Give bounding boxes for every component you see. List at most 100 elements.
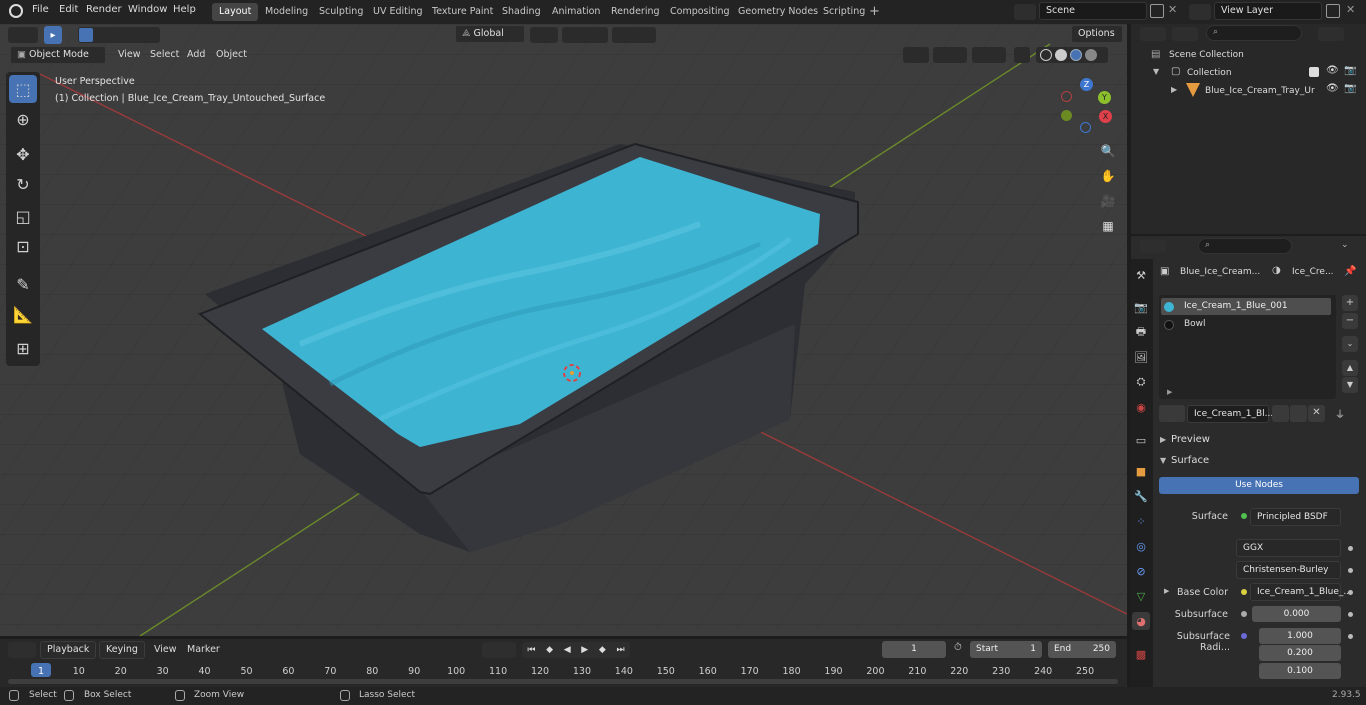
pivot-point-icon[interactable]	[530, 27, 558, 43]
tab-scripting[interactable]: Scripting	[816, 3, 872, 21]
use-nodes-button[interactable]: Use Nodes	[1159, 477, 1359, 494]
preview-expand-icon[interactable]: ▶	[1160, 435, 1166, 444]
base-color-keyframe-icon[interactable]	[1348, 590, 1353, 595]
scene-name-field[interactable]: Scene	[1039, 2, 1147, 20]
particles-tab-icon[interactable]: ⁘	[1132, 512, 1150, 530]
tab-animation[interactable]: Animation	[545, 3, 607, 21]
scene-tab-icon[interactable]: ⛭	[1132, 373, 1150, 391]
select-tool-icon[interactable]: ▸	[44, 26, 62, 44]
timeline-marker-menu[interactable]: Marker	[181, 641, 226, 659]
material-preview-icon[interactable]	[1070, 49, 1082, 61]
object-mode-dropdown[interactable]: ▣ Object Mode	[10, 46, 106, 64]
snap-icon[interactable]	[562, 27, 608, 43]
perspective-toggle-icon[interactable]: ▦	[1097, 215, 1119, 237]
viewport-menu-object[interactable]: Object	[210, 46, 253, 64]
overlay-toggle-icon[interactable]	[972, 47, 1006, 63]
visibility-icon[interactable]	[903, 47, 929, 63]
annotate-tool-icon[interactable]: ✎	[9, 270, 37, 298]
viewport-menu-add[interactable]: Add	[181, 46, 211, 64]
wireframe-shading-icon[interactable]	[1040, 49, 1052, 61]
navigation-gizmo[interactable]: Z Y X	[1058, 76, 1120, 134]
subsurface-radius-z[interactable]: 0.100	[1259, 663, 1341, 679]
gizmo-y-axis[interactable]: Y	[1098, 91, 1111, 104]
material-link-filter-icon[interactable]: ⏚	[1335, 406, 1345, 421]
pin-icon[interactable]: 📌	[1344, 266, 1356, 277]
view-layer-tab-icon[interactable]: 🖼	[1132, 348, 1150, 366]
options-dropdown[interactable]: Options	[1071, 25, 1123, 43]
collection-label[interactable]: Collection	[1187, 68, 1232, 78]
measure-tool-icon[interactable]: 📐	[9, 300, 37, 328]
tab-modeling[interactable]: Modeling	[258, 3, 315, 21]
blender-logo-icon[interactable]	[9, 4, 23, 18]
menu-file[interactable]: File	[32, 4, 49, 15]
view-layer-field[interactable]: View Layer	[1214, 2, 1322, 20]
subsurface-value[interactable]: 0.000	[1252, 606, 1341, 622]
collection-render-icon[interactable]: 📷	[1344, 65, 1356, 76]
tab-uv-editing[interactable]: UV Editing	[366, 3, 430, 21]
viewport-menu-select[interactable]: Select	[144, 46, 185, 64]
tool-tab-icon[interactable]: ⚒	[1132, 266, 1150, 284]
view-layer-selector-icon[interactable]	[1189, 4, 1211, 20]
browse-material-icon[interactable]	[1159, 405, 1185, 422]
camera-view-icon[interactable]: 🎥	[1097, 190, 1119, 212]
new-selection-icon[interactable]	[79, 28, 93, 42]
distribution-keyframe-icon[interactable]	[1348, 546, 1353, 551]
rotate-tool-icon[interactable]: ↻	[9, 170, 37, 198]
preview-range-icon[interactable]: ⏱	[954, 642, 962, 653]
delete-view-layer-icon[interactable]: ✕	[1346, 3, 1355, 16]
timeline-scrollbar[interactable]	[8, 679, 1118, 684]
end-frame-field[interactable]: End 250	[1048, 641, 1116, 658]
subsurface-radius-keyframe-icon[interactable]	[1348, 634, 1353, 639]
new-scene-icon[interactable]	[1150, 4, 1164, 18]
base-color-field[interactable]: Ice_Cream_1_Blue_...	[1250, 583, 1352, 601]
tab-layout[interactable]: Layout	[212, 3, 259, 21]
object-tab-icon[interactable]: ■	[1132, 462, 1150, 480]
gizmo-neg-y[interactable]	[1061, 110, 1072, 121]
preview-panel-header[interactable]: Preview	[1171, 434, 1210, 445]
timeline-editor-icon[interactable]	[8, 642, 36, 658]
proportional-editing-icon[interactable]	[612, 27, 656, 43]
fake-user-icon[interactable]	[1272, 405, 1289, 422]
subsurface-radius-x[interactable]: 1.000	[1259, 628, 1341, 644]
current-frame-field[interactable]: 1	[882, 641, 946, 658]
solid-shading-icon[interactable]	[1055, 49, 1067, 61]
collection-checkbox[interactable]	[1309, 67, 1319, 77]
shading-mode-group[interactable]	[1036, 47, 1108, 63]
menu-render[interactable]: Render	[86, 4, 122, 15]
outliner-search-input[interactable]: ⌕	[1206, 25, 1302, 41]
surface-shader-field[interactable]: Principled BSDF	[1250, 508, 1341, 526]
menu-window[interactable]: Window	[128, 4, 167, 15]
outliner-editor-icon[interactable]	[1140, 27, 1166, 41]
tab-geometry-nodes[interactable]: Geometry Nodes	[731, 3, 825, 21]
cursor-tool-icon[interactable]: ⊕	[9, 105, 37, 133]
menu-help[interactable]: Help	[173, 4, 196, 15]
world-tab-icon[interactable]: ◉	[1132, 398, 1150, 416]
gizmo-x-axis[interactable]: X	[1099, 110, 1112, 123]
zoom-icon[interactable]: 🔍	[1097, 140, 1119, 162]
material-slot-2-label[interactable]: Bowl	[1184, 319, 1206, 329]
viewport-menu-view[interactable]: View	[112, 46, 147, 64]
properties-search-input[interactable]: ⌕	[1198, 238, 1292, 254]
subsurface-keyframe-icon[interactable]	[1348, 612, 1353, 617]
subsurface-radius-y[interactable]: 0.200	[1259, 645, 1341, 661]
constraints-tab-icon[interactable]: ⊘	[1132, 562, 1150, 580]
collection-expand-icon[interactable]: ▼	[1153, 67, 1159, 76]
move-tool-icon[interactable]: ✥	[9, 140, 37, 168]
move-slot-down-icon[interactable]: ▼	[1342, 377, 1358, 393]
tab-texture-paint[interactable]: Texture Paint	[425, 3, 500, 21]
tab-compositing[interactable]: Compositing	[663, 3, 737, 21]
modifier-tab-icon[interactable]: 🔧	[1132, 487, 1150, 505]
menu-edit[interactable]: Edit	[59, 4, 78, 15]
add-cube-tool-icon[interactable]: ⊞	[9, 334, 37, 362]
pan-hand-icon[interactable]: ✋	[1097, 165, 1119, 187]
tab-rendering[interactable]: Rendering	[604, 3, 667, 21]
3d-viewport[interactable]	[0, 24, 1127, 636]
slot-specials-icon[interactable]: ⌄	[1342, 336, 1358, 352]
subsurface-method-keyframe-icon[interactable]	[1348, 568, 1353, 573]
new-view-layer-icon[interactable]	[1326, 4, 1340, 18]
play-icon[interactable]: ▶	[581, 645, 588, 655]
gizmo-toggle-icon[interactable]	[933, 47, 967, 63]
properties-options-icon[interactable]: ⌄	[1341, 240, 1349, 250]
list-expand-icon[interactable]: ▶	[1167, 388, 1172, 396]
duplicate-material-icon[interactable]	[1290, 405, 1307, 422]
